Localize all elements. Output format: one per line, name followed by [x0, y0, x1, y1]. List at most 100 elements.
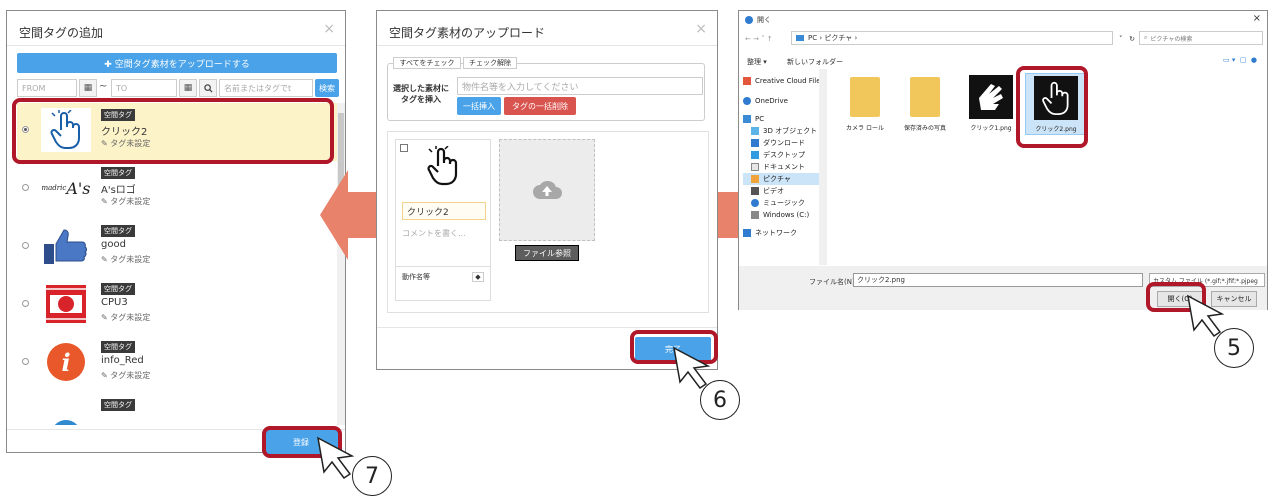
check-all-button[interactable]: すべてをチェック: [393, 57, 461, 69]
file-item[interactable]: カメラ ロール: [837, 77, 893, 132]
folder-icon: [850, 77, 880, 117]
item-name: info_Red: [101, 355, 144, 366]
item-tag: ✎ タグ未設定: [101, 371, 151, 380]
tag-badge: 空間タグ: [101, 399, 135, 411]
browse-file-button[interactable]: ファイル参照: [515, 245, 579, 261]
arrow-left-icon: [320, 170, 382, 260]
divider: [7, 45, 345, 46]
item-name: good: [101, 239, 126, 250]
highlight-box: [12, 98, 334, 164]
item-tag: ✎ タグ未設定: [101, 197, 151, 206]
list-item[interactable]: i 空間タグ info_Red ✎ タグ未設定: [17, 335, 337, 393]
from-date-input[interactable]: FROM: [17, 79, 77, 97]
radio[interactable]: [22, 184, 29, 191]
picture-icon: [751, 175, 759, 183]
divider: [377, 45, 717, 46]
action-name-label: 動作名等: [402, 273, 430, 281]
refresh-icon[interactable]: ˅ ↻: [1119, 35, 1135, 43]
upload-material-button[interactable]: ✚ 空間タグ素材をアップロードする: [17, 53, 337, 73]
search-icon: [199, 79, 217, 97]
highlight-box: [1016, 66, 1088, 148]
filename-label: ファイル名(N):: [809, 278, 858, 286]
nav-item[interactable]: デスクトップ: [751, 149, 805, 161]
bulk-insert-button[interactable]: 一括挿入: [457, 97, 501, 115]
cloud-icon: [743, 97, 751, 105]
drive-icon: [751, 211, 759, 219]
view-options-icon[interactable]: ▭ ▾ ▢ ●: [1223, 56, 1257, 64]
nav-item[interactable]: OneDrive: [743, 95, 788, 107]
nav-arrows[interactable]: ← → ˅ ↑: [745, 35, 773, 43]
filename-input[interactable]: クリック2.png: [853, 273, 1143, 287]
tag-input[interactable]: 物件名等を入力してください: [457, 77, 703, 95]
list-item[interactable]: 空間タグ: [17, 393, 337, 425]
radio[interactable]: [22, 300, 29, 307]
tag-badge: 空間タグ: [101, 167, 135, 179]
uncheck-button[interactable]: チェック解除: [463, 57, 517, 69]
new-folder-button[interactable]: 新しいフォルダー: [787, 57, 843, 67]
thumbs-up-icon: [41, 224, 91, 268]
list-item[interactable]: 空間タグ CPU3 ✎ タグ未設定: [17, 277, 337, 335]
nav-item[interactable]: ネットワーク: [743, 227, 797, 239]
video-icon: [751, 187, 759, 195]
title-bar: 開く: [745, 15, 771, 25]
comment-input[interactable]: コメントを書く...: [402, 228, 466, 239]
divider: [396, 266, 490, 267]
dialog-title: 空間タグの追加: [19, 26, 104, 40]
tag-icon: ✎: [101, 197, 111, 206]
item-name: A'sロゴ: [101, 185, 136, 196]
tag-icon: ✎: [101, 313, 111, 322]
file-checkbox[interactable]: [400, 144, 408, 152]
add-space-tag-dialog: 空間タグの追加 × ✚ 空間タグ素材をアップロードする FROM ▦ ~ TO …: [6, 10, 346, 453]
cpu-icon: [41, 282, 91, 326]
to-date-input[interactable]: TO: [111, 79, 177, 97]
divider: [377, 327, 717, 328]
radio[interactable]: [22, 242, 29, 249]
nav-item[interactable]: 3D オブジェクト: [751, 125, 817, 137]
file-item[interactable]: クリック1.png: [963, 75, 1019, 132]
nav-item[interactable]: PC: [743, 113, 764, 125]
desktop-icon: [751, 151, 759, 159]
close-icon[interactable]: ×: [695, 21, 707, 37]
address-bar[interactable]: PC › ピクチャ ›: [791, 31, 1113, 45]
close-icon[interactable]: ×: [1253, 13, 1261, 24]
nav-item[interactable]: ドキュメント: [751, 161, 805, 173]
radio[interactable]: [22, 358, 29, 365]
file-item[interactable]: 保存済みの写真: [897, 77, 953, 132]
file-drop-zone[interactable]: [499, 139, 595, 241]
app-icon: [745, 16, 753, 24]
nav-item[interactable]: Creative Cloud File: [743, 75, 821, 87]
nav-item[interactable]: Windows (C:): [751, 209, 809, 221]
search-input[interactable]: ⌕ ピクチャの検索: [1139, 31, 1263, 45]
tag-icon[interactable]: ◆: [472, 272, 484, 282]
organize-menu[interactable]: 整理 ▾: [747, 57, 767, 67]
close-icon[interactable]: ×: [323, 21, 335, 37]
nav-scrollbar[interactable]: [819, 69, 827, 265]
dialog-title: 開く: [757, 16, 771, 24]
upload-material-dialog: 空間タグ素材のアップロード × すべてをチェック チェック解除 選択した素材に …: [376, 10, 718, 370]
item-name: CPU3: [101, 297, 128, 308]
network-icon: [743, 229, 751, 237]
list-item[interactable]: madric A's 空間タグ A'sロゴ ✎ タグ未設定: [17, 161, 337, 219]
nav-item[interactable]: ビデオ: [751, 185, 784, 197]
file-name-input[interactable]: クリック2: [402, 202, 486, 220]
nav-item[interactable]: ピクチャ: [743, 173, 823, 185]
nav-item[interactable]: ミュージック: [751, 197, 805, 209]
step-number-5: 5: [1214, 328, 1254, 368]
calendar-icon[interactable]: ▦: [179, 79, 197, 97]
range-separator: ~: [99, 81, 108, 92]
document-icon: [751, 163, 759, 171]
nav-pane: Creative Cloud File OneDrive PC 3D オブジェク…: [739, 69, 827, 265]
info-icon: i: [41, 340, 91, 384]
pc-icon: [743, 115, 751, 123]
cursor-arrow-icon: [316, 436, 355, 480]
search-button[interactable]: 検索: [315, 79, 339, 97]
bulk-delete-tag-button[interactable]: タグの一括削除: [504, 97, 576, 115]
tag-badge: 空間タグ: [101, 225, 135, 237]
item-tag: ✎ タグ未設定: [101, 313, 151, 322]
nav-item[interactable]: ダウンロード: [751, 137, 805, 149]
list-item[interactable]: 空間タグ good ✎ タグ未設定: [17, 219, 337, 277]
calendar-icon[interactable]: ▦: [79, 79, 97, 97]
search-icon: ⌕: [1144, 34, 1148, 41]
name-tag-search-input[interactable]: 名前またはタグでt: [219, 79, 313, 97]
step-number-7: 7: [352, 456, 392, 496]
